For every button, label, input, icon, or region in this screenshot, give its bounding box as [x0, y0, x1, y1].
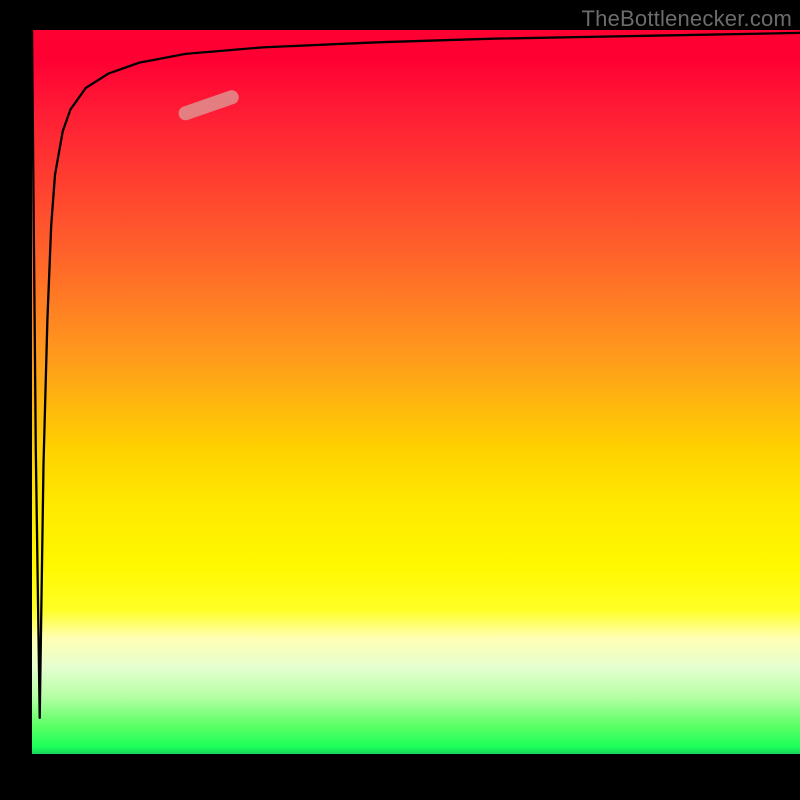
plot-area	[32, 30, 800, 754]
chart-stage: TheBottlenecker.com	[0, 0, 800, 800]
y-axis-strip	[0, 0, 32, 800]
x-axis-strip	[0, 754, 800, 800]
watermark-text: TheBottlenecker.com	[582, 6, 792, 32]
